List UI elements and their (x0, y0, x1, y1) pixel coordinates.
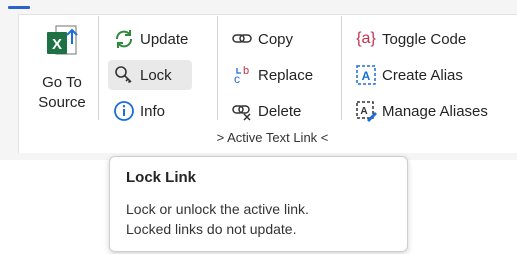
create-alias-label: Create Alias (382, 66, 463, 84)
info-label: Info (140, 102, 166, 120)
go-to-source-label: Go To Source (38, 74, 86, 111)
replace-button[interactable]: c b Replace (226, 60, 317, 90)
svg-text:A: A (360, 106, 367, 117)
svg-text:c: c (234, 72, 240, 86)
separator (98, 16, 99, 120)
alias-icon: A (354, 63, 378, 87)
create-alias-button[interactable]: A Create Alias (350, 60, 467, 90)
tooltip-body: Lock or unlock the active link. Locked l… (126, 199, 309, 239)
replace-label: Replace (258, 66, 314, 84)
manage-aliases-icon: A (354, 99, 378, 123)
manage-aliases-label: Manage Aliases (382, 102, 488, 120)
tab-accent-bar (8, 6, 30, 9)
delete-button[interactable]: Delete (226, 96, 305, 126)
excel-arrow-icon: X (43, 24, 81, 65)
lock-button[interactable]: Lock (108, 60, 192, 90)
link-delete-icon (230, 99, 254, 123)
update-label: Update (140, 30, 189, 48)
replace-icon: c b (230, 63, 254, 87)
copy-label: Copy (258, 30, 294, 48)
svg-text:X: X (52, 36, 62, 53)
separator (217, 16, 218, 120)
tooltip-line: Lock or unlock the active link. (126, 201, 309, 217)
toggle-code-button[interactable]: {a} Toggle Code (350, 24, 470, 54)
separator (341, 16, 342, 120)
toggle-code-label: Toggle Code (382, 30, 467, 48)
lock-icon (112, 63, 136, 87)
svg-text:A: A (362, 69, 371, 83)
info-button[interactable]: Info (108, 96, 169, 126)
manage-aliases-button[interactable]: A Manage Aliases (350, 96, 492, 126)
tooltip: Lock Link Lock or unlock the active link… (109, 156, 408, 252)
link-copy-icon (230, 27, 254, 51)
copy-button[interactable]: Copy (226, 24, 297, 54)
svg-text:b: b (243, 65, 249, 77)
info-icon (112, 99, 136, 123)
go-to-source-button[interactable]: X Go To Source (32, 24, 92, 124)
code-braces-icon: {a} (356, 30, 376, 47)
delete-label: Delete (258, 102, 302, 120)
update-button[interactable]: Update (108, 24, 192, 54)
tooltip-line: Locked links do not update. (126, 221, 297, 237)
group-label: > Active Text Link < (216, 130, 329, 145)
lock-label: Lock (140, 66, 172, 84)
refresh-icon (112, 27, 136, 51)
tooltip-title: Lock Link (126, 169, 197, 186)
